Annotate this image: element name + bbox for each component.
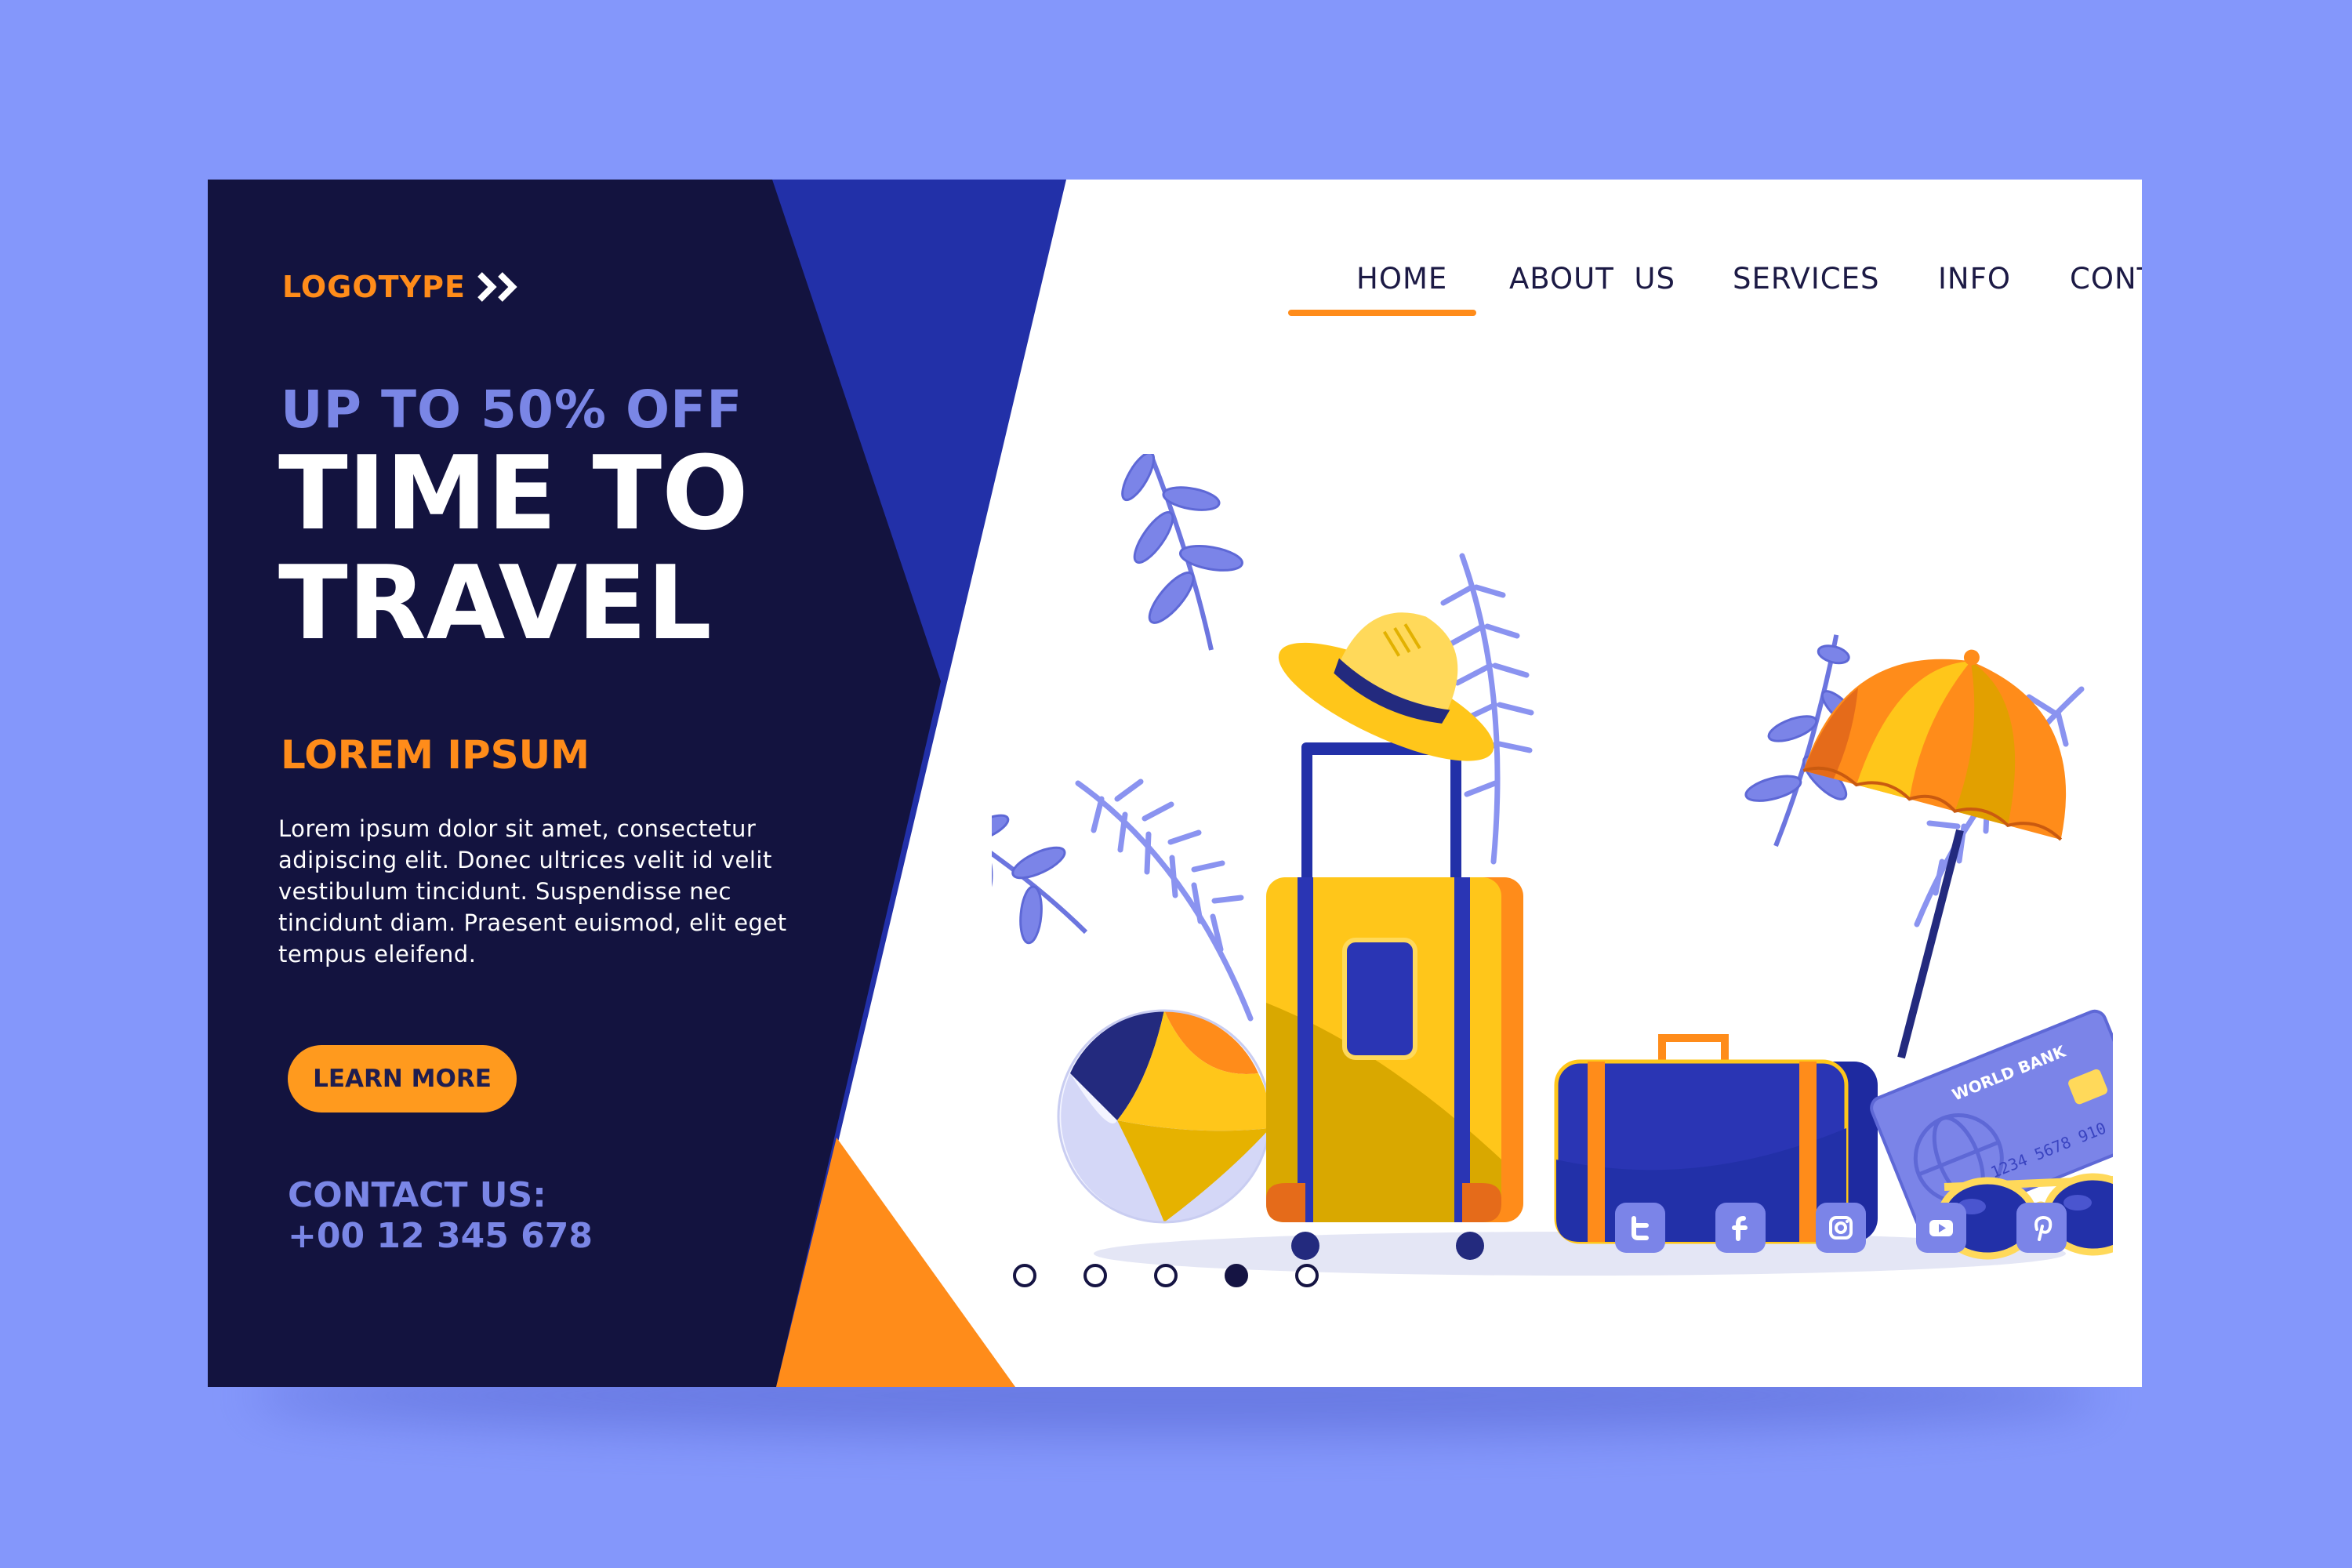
top-nav: HOME ABOUT US SERVICES INFO CONTACT US xyxy=(1133,262,2142,325)
youtube-icon[interactable] xyxy=(1916,1203,1966,1253)
headline-line-1: TIME TO xyxy=(278,434,749,553)
contact-phone[interactable]: +00 12 345 678 xyxy=(288,1216,593,1256)
beach-umbrella xyxy=(1802,649,2067,1059)
learn-more-button[interactable]: LEARN MORE xyxy=(288,1045,517,1112)
headline-line-2: TRAVEL xyxy=(278,543,712,662)
landing-page: LOGOTYPE UP TO 50% OFF TIME TO TRAVEL LO… xyxy=(208,180,2142,1387)
pinterest-icon[interactable] xyxy=(2016,1203,2067,1253)
logo[interactable]: LOGOTYPE xyxy=(282,270,527,304)
subheading: LOREM IPSUM xyxy=(281,732,590,778)
carousel-dot[interactable] xyxy=(1154,1264,1178,1287)
promo-text: UP TO 50% OFF xyxy=(281,379,743,440)
contact-label: CONTACT US: xyxy=(288,1175,546,1215)
nav-about-us[interactable]: ABOUT US xyxy=(1509,262,1675,296)
carousel-dot[interactable] xyxy=(1295,1264,1319,1287)
facebook-icon[interactable] xyxy=(1715,1203,1766,1253)
double-chevron-icon xyxy=(477,272,517,302)
beach-ball xyxy=(1057,1009,1272,1224)
carousel-dot[interactable] xyxy=(1083,1264,1107,1287)
large-suitcase xyxy=(1266,742,1523,1260)
travel-illustration: WORLD BANK 1234 5678 910 xyxy=(992,454,2113,1276)
body-paragraph: Lorem ipsum dolor sit amet, consectetur … xyxy=(278,815,787,967)
carousel-dot[interactable] xyxy=(1013,1264,1036,1287)
logo-text: LOGOTYPE xyxy=(282,270,466,304)
twitter-icon[interactable] xyxy=(1615,1203,1665,1253)
instagram-icon[interactable] xyxy=(1816,1203,1866,1253)
nav-contact-us[interactable]: CONTACT US xyxy=(2070,262,2142,296)
carousel-dot-active[interactable] xyxy=(1225,1264,1248,1287)
nav-services[interactable]: SERVICES xyxy=(1733,262,1879,296)
headline: TIME TO TRAVEL xyxy=(278,438,906,658)
nav-info[interactable]: INFO xyxy=(1938,262,2011,296)
nav-active-indicator xyxy=(1288,310,1476,316)
nav-home[interactable]: HOME xyxy=(1356,262,1447,296)
